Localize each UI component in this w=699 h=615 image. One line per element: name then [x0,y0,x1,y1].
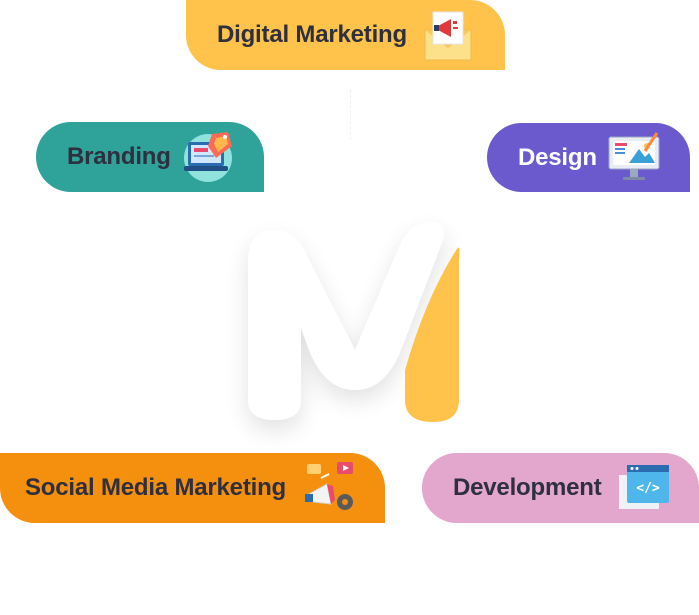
development-label: Development [453,474,602,501]
social-megaphone-icon [303,460,357,516]
megaphone-envelope-icon [423,8,475,62]
social-media-marketing-button[interactable]: Social Media Marketing [0,453,385,523]
social-media-marketing-label: Social Media Marketing [25,474,287,501]
svg-text:</>: </> [636,481,660,496]
m-logo-icon [248,222,460,422]
digital-marketing-label: Digital Marketing [217,21,407,48]
branding-label: Branding [67,143,171,170]
laptop-tag-icon [182,130,236,182]
design-label: Design [518,143,597,171]
digital-marketing-button[interactable]: Digital Marketing [186,0,505,70]
connector-line [350,90,357,140]
design-button[interactable]: Design [487,123,690,192]
development-button[interactable]: Development </> [422,453,699,523]
design-monitor-icon [607,131,663,183]
code-window-icon: </> [617,461,671,513]
branding-button[interactable]: Branding [36,122,264,192]
